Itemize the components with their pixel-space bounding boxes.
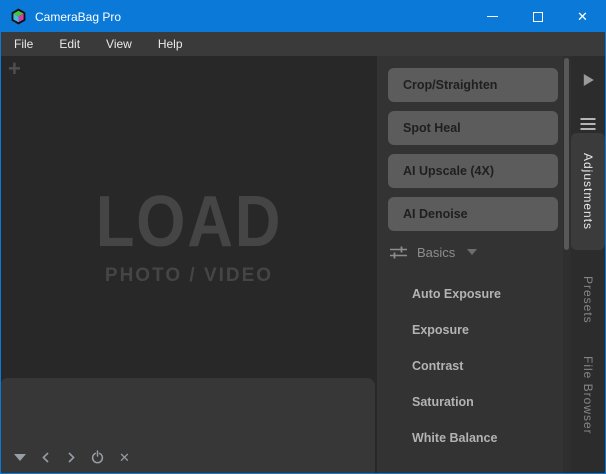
maximize-icon <box>533 12 543 22</box>
main-content: + LOAD PHOTO / VIDEO <box>1 56 605 473</box>
adjustment-contrast[interactable]: Contrast <box>377 348 571 384</box>
crop-straighten-button[interactable]: Crop/Straighten <box>388 68 558 102</box>
close-icon: ✕ <box>577 10 588 23</box>
remove-icon[interactable]: ✕ <box>119 451 130 464</box>
tab-presets[interactable]: Presets <box>571 268 605 332</box>
expand-filmstrip-icon[interactable] <box>14 454 26 461</box>
basics-group-header[interactable]: Basics <box>390 244 571 260</box>
camerabag-window: CameraBag Pro ✕ File Edit View Help + LO… <box>0 0 606 474</box>
menu-help[interactable]: Help <box>145 37 196 51</box>
ai-denoise-button[interactable]: AI Denoise <box>388 197 558 231</box>
panel-scrollbar[interactable] <box>563 56 571 473</box>
adjustments-list: Auto Exposure Exposure Contrast Saturati… <box>377 276 571 456</box>
adjustment-saturation[interactable]: Saturation <box>377 384 571 420</box>
add-icon[interactable]: + <box>8 56 21 82</box>
filmstrip-panel[interactable]: ✕ <box>1 378 375 473</box>
window-controls: ✕ <box>470 1 605 32</box>
adjustment-exposure[interactable]: Exposure <box>377 312 571 348</box>
menu-edit[interactable]: Edit <box>46 37 93 51</box>
canvas-area[interactable]: + LOAD PHOTO / VIDEO <box>1 56 377 473</box>
filmstrip-toolbar: ✕ <box>14 450 130 464</box>
minimize-icon <box>487 16 498 17</box>
tab-file-browser[interactable]: File Browser <box>571 345 605 445</box>
load-title: LOAD <box>24 186 355 258</box>
close-button[interactable]: ✕ <box>560 1 605 32</box>
titlebar[interactable]: CameraBag Pro ✕ <box>1 1 605 32</box>
app-logo-icon <box>10 8 27 25</box>
side-tab-rail: Adjustments Presets File Browser <box>571 56 605 473</box>
basics-group-label: Basics <box>417 245 455 260</box>
hamburger-menu-icon[interactable] <box>581 118 596 133</box>
scrollbar-thumb[interactable] <box>564 58 569 250</box>
collapse-panel-icon[interactable] <box>584 74 594 86</box>
load-subtitle: PHOTO / VIDEO <box>1 265 377 287</box>
chevron-down-icon[interactable] <box>467 249 477 255</box>
adjustment-auto-exposure[interactable]: Auto Exposure <box>377 276 571 312</box>
menu-bar: File Edit View Help <box>1 32 605 56</box>
spot-heal-button[interactable]: Spot Heal <box>388 111 558 145</box>
adjustments-panel: Crop/Straighten Spot Heal AI Upscale (4X… <box>377 56 571 473</box>
window-title: CameraBag Pro <box>35 10 121 24</box>
power-icon[interactable] <box>91 450 104 464</box>
menu-file[interactable]: File <box>1 37 46 51</box>
sliders-icon <box>390 246 407 259</box>
previous-icon[interactable] <box>41 452 51 463</box>
next-icon[interactable] <box>66 452 76 463</box>
adjustment-white-balance[interactable]: White Balance <box>377 420 571 456</box>
menu-view[interactable]: View <box>93 37 145 51</box>
ai-upscale-button[interactable]: AI Upscale (4X) <box>388 154 558 188</box>
maximize-button[interactable] <box>515 1 560 32</box>
minimize-button[interactable] <box>470 1 515 32</box>
load-prompt[interactable]: LOAD PHOTO / VIDEO <box>1 186 377 287</box>
tab-adjustments[interactable]: Adjustments <box>571 133 605 250</box>
